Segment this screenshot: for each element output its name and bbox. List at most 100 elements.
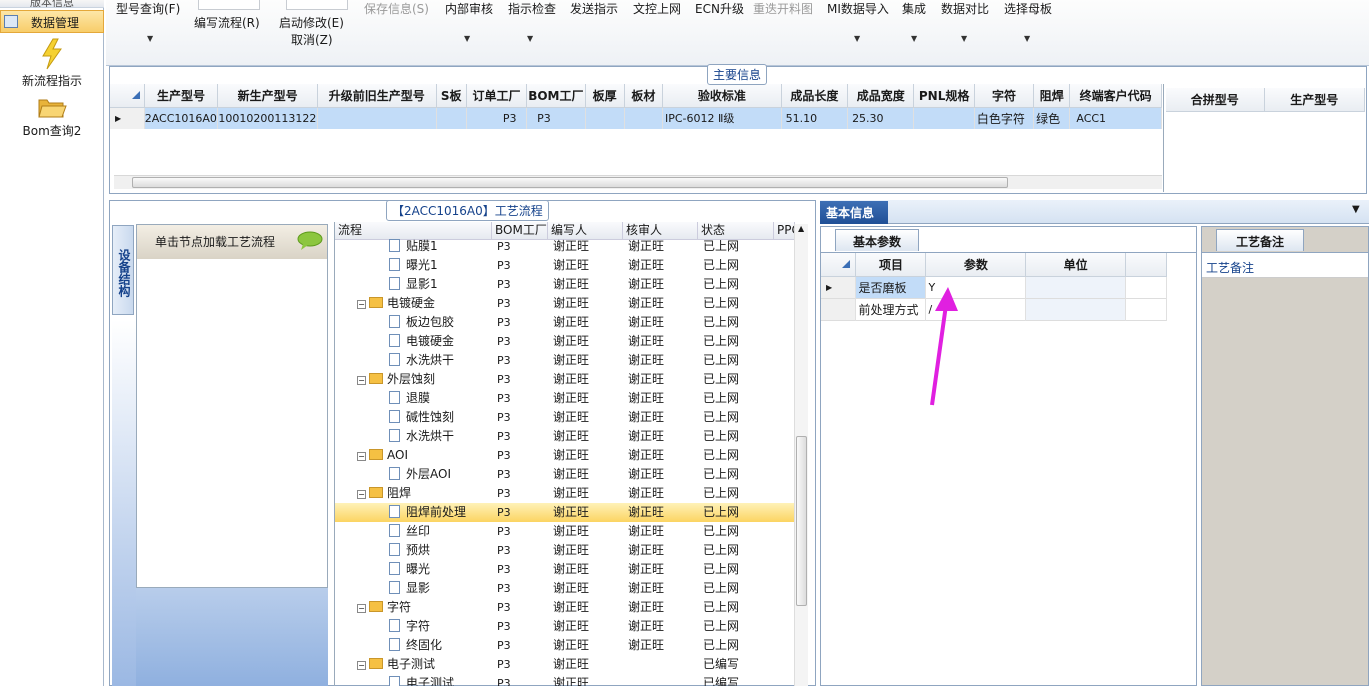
bom-factory-cell[interactable]: P3 [497, 560, 511, 579]
writer-cell[interactable]: 谢正旺 [553, 598, 589, 617]
bom-factory-cell[interactable]: P3 [497, 579, 511, 598]
writer-cell[interactable]: 谢正旺 [553, 579, 589, 598]
tree-node[interactable]: 字符 [389, 617, 430, 636]
bom-factory-cell[interactable]: P3 [497, 275, 511, 294]
cell[interactable]: 是否磨板 [855, 276, 927, 298]
start-modify-button[interactable]: 启动修改(E) [279, 14, 344, 31]
tree-folder-row[interactable]: − 字符 P3 谢正旺 谢正旺 已上网 [335, 598, 795, 617]
status-cell[interactable]: 已上网 [703, 579, 739, 598]
tree-item-row[interactable]: 显影 P3 谢正旺 谢正旺 已上网 [335, 579, 795, 598]
reviewer-cell[interactable]: 谢正旺 [628, 275, 664, 294]
reviewer-cell[interactable]: 谢正旺 [628, 351, 664, 370]
tree-node[interactable]: 显影 [389, 579, 430, 598]
writer-cell[interactable]: 谢正旺 [553, 275, 589, 294]
column-header[interactable]: 单位 [1025, 253, 1127, 277]
reviewer-cell[interactable]: 谢正旺 [628, 446, 664, 465]
bom-factory-cell[interactable]: P3 [497, 370, 511, 389]
writer-cell[interactable]: 谢正旺 [553, 408, 589, 427]
reviewer-cell[interactable]: 谢正旺 [628, 484, 664, 503]
bom-factory-cell[interactable]: P3 [497, 332, 511, 351]
tree-item-row[interactable]: 丝印 P3 谢正旺 谢正旺 已上网 [335, 522, 795, 541]
reviewer-cell[interactable]: 谢正旺 [628, 522, 664, 541]
writer-cell[interactable]: 谢正旺 [553, 655, 589, 674]
writer-cell[interactable]: 谢正旺 [553, 389, 589, 408]
bom-factory-cell[interactable]: P3 [497, 351, 511, 370]
overlap-cutting-button[interactable]: 重迭开料图 [753, 0, 813, 17]
reviewer-cell[interactable]: 谢正旺 [628, 256, 664, 275]
cell[interactable]: ACC1 [1069, 107, 1162, 129]
bom-factory-cell[interactable]: P3 [497, 465, 511, 484]
column-header[interactable]: S板 [436, 84, 467, 108]
chevron-down-icon[interactable]: ▼ [464, 34, 470, 43]
status-cell[interactable]: 已上网 [703, 465, 739, 484]
bom-factory-cell[interactable]: P3 [497, 446, 511, 465]
status-cell[interactable]: 已上网 [703, 427, 739, 446]
tree-item-row[interactable]: 贴膜1 P3 谢正旺 谢正旺 已上网 [335, 237, 795, 256]
column-header[interactable]: PNL规格 [913, 84, 975, 108]
reviewer-cell[interactable]: 谢正旺 [628, 237, 664, 256]
cell[interactable]: 白色字符 [974, 107, 1035, 129]
status-cell[interactable]: 已上网 [703, 275, 739, 294]
tab-basic-info[interactable]: 基本信息 [820, 201, 888, 224]
tree-folder-row[interactable]: − 电子测试 P3 谢正旺 已编写 [335, 655, 795, 674]
reviewer-cell[interactable]: 谢正旺 [628, 370, 664, 389]
tree-node[interactable]: 外层AOI [389, 465, 451, 484]
sidebar-item-data-management[interactable]: 数据管理 [0, 10, 104, 33]
status-cell[interactable]: 已上网 [703, 636, 739, 655]
tree-item-row[interactable]: 碱性蚀刻 P3 谢正旺 谢正旺 已上网 [335, 408, 795, 427]
save-info-button[interactable]: 保存信息(S) [364, 0, 429, 17]
tree-item-row[interactable]: 电子测试 P3 谢正旺 已编写 [335, 674, 795, 686]
write-flow-button[interactable]: 编写流程(R) [194, 14, 260, 31]
column-header[interactable]: 生产型号 [144, 84, 219, 108]
model-query-button[interactable]: 型号查询(F) [116, 0, 180, 17]
writer-cell[interactable]: 谢正旺 [553, 351, 589, 370]
tree-node[interactable]: 显影1 [389, 275, 438, 294]
column-header[interactable]: 升级前旧生产型号 [317, 84, 437, 108]
cell[interactable] [1025, 298, 1127, 320]
doc-control-online-button[interactable]: 文控上网 [633, 0, 681, 17]
tree-item-row[interactable]: 外层AOI P3 谢正旺 谢正旺 已上网 [335, 465, 795, 484]
scrollbar-thumb[interactable] [132, 177, 1008, 188]
tree-folder-row[interactable]: − 电镀硬金 P3 谢正旺 谢正旺 已上网 [335, 294, 795, 313]
chevron-down-icon[interactable]: ▼ [527, 34, 533, 43]
chevron-down-icon[interactable]: ▼ [1352, 204, 1360, 215]
tree-item-row[interactable]: 曝光 P3 谢正旺 谢正旺 已上网 [335, 560, 795, 579]
cell[interactable]: 绿色 [1033, 107, 1071, 129]
writer-cell[interactable]: 谢正旺 [553, 674, 589, 686]
reviewer-cell[interactable]: 谢正旺 [628, 560, 664, 579]
bom-factory-cell[interactable]: P3 [497, 237, 511, 256]
column-header[interactable]: 成品宽度 [847, 84, 915, 108]
horizontal-scrollbar[interactable] [114, 175, 1162, 189]
cell[interactable] [624, 107, 663, 129]
tree-node[interactable]: 终固化 [389, 636, 442, 655]
writer-cell[interactable]: 谢正旺 [553, 636, 589, 655]
tree-node[interactable]: − 字符 [357, 598, 411, 617]
column-header[interactable]: 终端客户代码 [1069, 84, 1162, 108]
column-header[interactable]: BOM工厂 [526, 84, 586, 108]
cell[interactable] [1025, 276, 1127, 298]
status-cell[interactable]: 已上网 [703, 237, 739, 256]
writer-cell[interactable]: 谢正旺 [553, 541, 589, 560]
data-compare-button[interactable]: 数据对比 [941, 0, 989, 17]
reviewer-cell[interactable]: 谢正旺 [628, 427, 664, 446]
cell[interactable] [317, 107, 437, 129]
tree-item-row[interactable]: 字符 P3 谢正旺 谢正旺 已上网 [335, 617, 795, 636]
reviewer-cell[interactable]: 谢正旺 [628, 617, 664, 636]
writer-cell[interactable]: 谢正旺 [553, 427, 589, 446]
bom-factory-cell[interactable]: P3 [497, 522, 511, 541]
reviewer-cell[interactable]: 谢正旺 [628, 541, 664, 560]
bom-factory-cell[interactable]: P3 [497, 313, 511, 332]
tree-node[interactable]: 阻焊前处理 [389, 503, 466, 522]
bom-factory-cell[interactable]: P3 [497, 294, 511, 313]
tree-item-row[interactable]: 阻焊前处理 P3 谢正旺 谢正旺 已上网 [335, 503, 795, 522]
cell[interactable]: 51.10 [781, 107, 849, 129]
bom-factory-cell[interactable]: P3 [497, 617, 511, 636]
writer-cell[interactable]: 谢正旺 [553, 522, 589, 541]
tree-node[interactable]: 电子测试 [389, 674, 454, 686]
tree-item-row[interactable]: 电镀硬金 P3 谢正旺 谢正旺 已上网 [335, 332, 795, 351]
bom-factory-cell[interactable]: P3 [497, 598, 511, 617]
ecn-upgrade-button[interactable]: ECN升级 [695, 0, 744, 17]
column-header[interactable]: 板材 [624, 84, 663, 108]
reviewer-cell[interactable]: 谢正旺 [628, 465, 664, 484]
tree-item-row[interactable]: 显影1 P3 谢正旺 谢正旺 已上网 [335, 275, 795, 294]
